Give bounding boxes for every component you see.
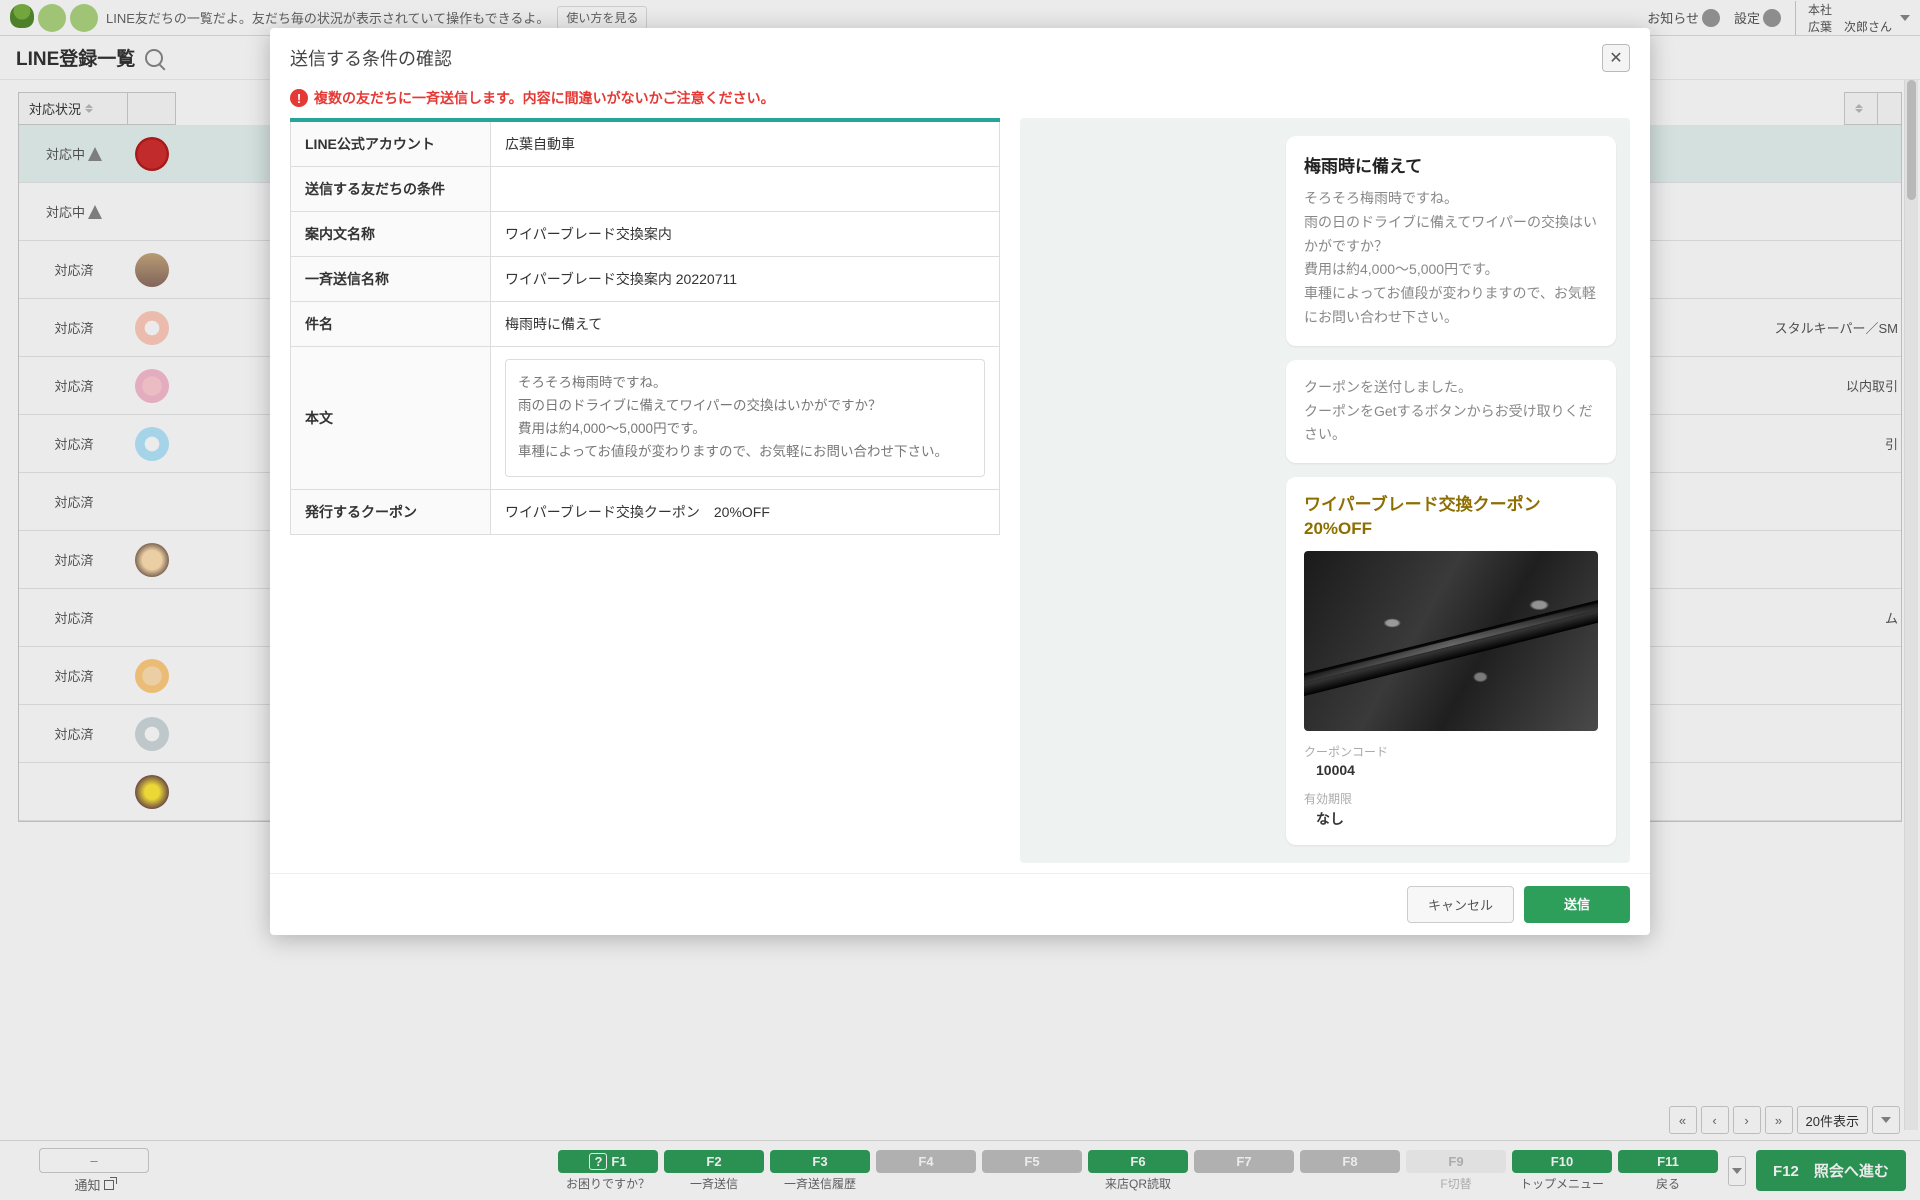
preview-pane: 梅雨時に備えて そろそろ梅雨時ですね。雨の日のドライブに備えてワイパーの交換はい… xyxy=(1020,118,1630,863)
close-button[interactable]: ✕ xyxy=(1602,44,1630,72)
coupon-code-label: クーポンコード xyxy=(1304,743,1598,760)
cancel-button[interactable]: キャンセル xyxy=(1407,886,1514,923)
send-button[interactable]: 送信 xyxy=(1524,886,1630,923)
td-subject: 梅雨時に備えて xyxy=(491,302,1000,347)
modal-overlay: 送信する条件の確認 ✕ ! 複数の友だちに一斉送信します。内容に間違いがないかご… xyxy=(0,0,1920,1200)
td-condition xyxy=(491,167,1000,212)
preview-msg2-body: クーポンを送付しました。クーポンをGetするボタンからお受け取りください。 xyxy=(1304,376,1598,447)
preview-message-1: 梅雨時に備えて そろそろ梅雨時ですね。雨の日のドライブに備えてワイパーの交換はい… xyxy=(1286,136,1616,346)
warning-icon: ! xyxy=(290,89,308,107)
modal-title: 送信する条件の確認 xyxy=(290,45,452,71)
preview-coupon-card: ワイパーブレード交換クーポン 20%OFF クーポンコード 10004 有効期限… xyxy=(1286,477,1616,845)
th-coupon: 発行するクーポン xyxy=(291,489,491,534)
warning-text: 複数の友だちに一斉送信します。内容に間違いがないかご注意ください。 xyxy=(314,88,775,108)
coupon-exp-value: なし xyxy=(1304,809,1598,829)
preview-msg1-body: そろそろ梅雨時ですね。雨の日のドライブに備えてワイパーの交換はいかがですか？費用… xyxy=(1304,187,1598,330)
th-condition: 送信する友だちの条件 xyxy=(291,167,491,212)
td-body: そろそろ梅雨時ですね。雨の日のドライブに備えてワイパーの交換はいかがですか？費用… xyxy=(491,347,1000,490)
th-bulkname: 一斉送信名称 xyxy=(291,257,491,302)
send-info-table: LINE公式アカウント広葉自動車 送信する友だちの条件 案内文名称ワイパーブレー… xyxy=(290,118,1000,535)
send-info-pane: LINE公式アカウント広葉自動車 送信する友だちの条件 案内文名称ワイパーブレー… xyxy=(290,118,1000,863)
coupon-image xyxy=(1304,551,1598,731)
preview-msg1-title: 梅雨時に備えて xyxy=(1304,152,1598,177)
td-guide: ワイパーブレード交換案内 xyxy=(491,212,1000,257)
warning-row: ! 複数の友だちに一斉送信します。内容に間違いがないかご注意ください。 xyxy=(270,88,1650,118)
th-account: LINE公式アカウント xyxy=(291,120,491,167)
confirm-send-modal: 送信する条件の確認 ✕ ! 複数の友だちに一斉送信します。内容に間違いがないかご… xyxy=(270,28,1650,935)
body-text-box: そろそろ梅雨時ですね。雨の日のドライブに備えてワイパーの交換はいかがですか？費用… xyxy=(505,359,985,477)
td-bulkname: ワイパーブレード交換案内 20220711 xyxy=(491,257,1000,302)
th-subject: 件名 xyxy=(291,302,491,347)
preview-message-2: クーポンを送付しました。クーポンをGetするボタンからお受け取りください。 xyxy=(1286,360,1616,463)
td-account: 広葉自動車 xyxy=(491,120,1000,167)
modal-footer: キャンセル 送信 xyxy=(270,873,1650,935)
coupon-exp-label: 有効期限 xyxy=(1304,790,1598,807)
th-guide: 案内文名称 xyxy=(291,212,491,257)
th-body: 本文 xyxy=(291,347,491,490)
coupon-code-value: 10004 xyxy=(1304,762,1598,778)
td-coupon: ワイパーブレード交換クーポン 20%OFF xyxy=(491,489,1000,534)
coupon-title: ワイパーブレード交換クーポン 20%OFF xyxy=(1304,493,1598,541)
wiper-blade-shape xyxy=(1304,595,1598,702)
